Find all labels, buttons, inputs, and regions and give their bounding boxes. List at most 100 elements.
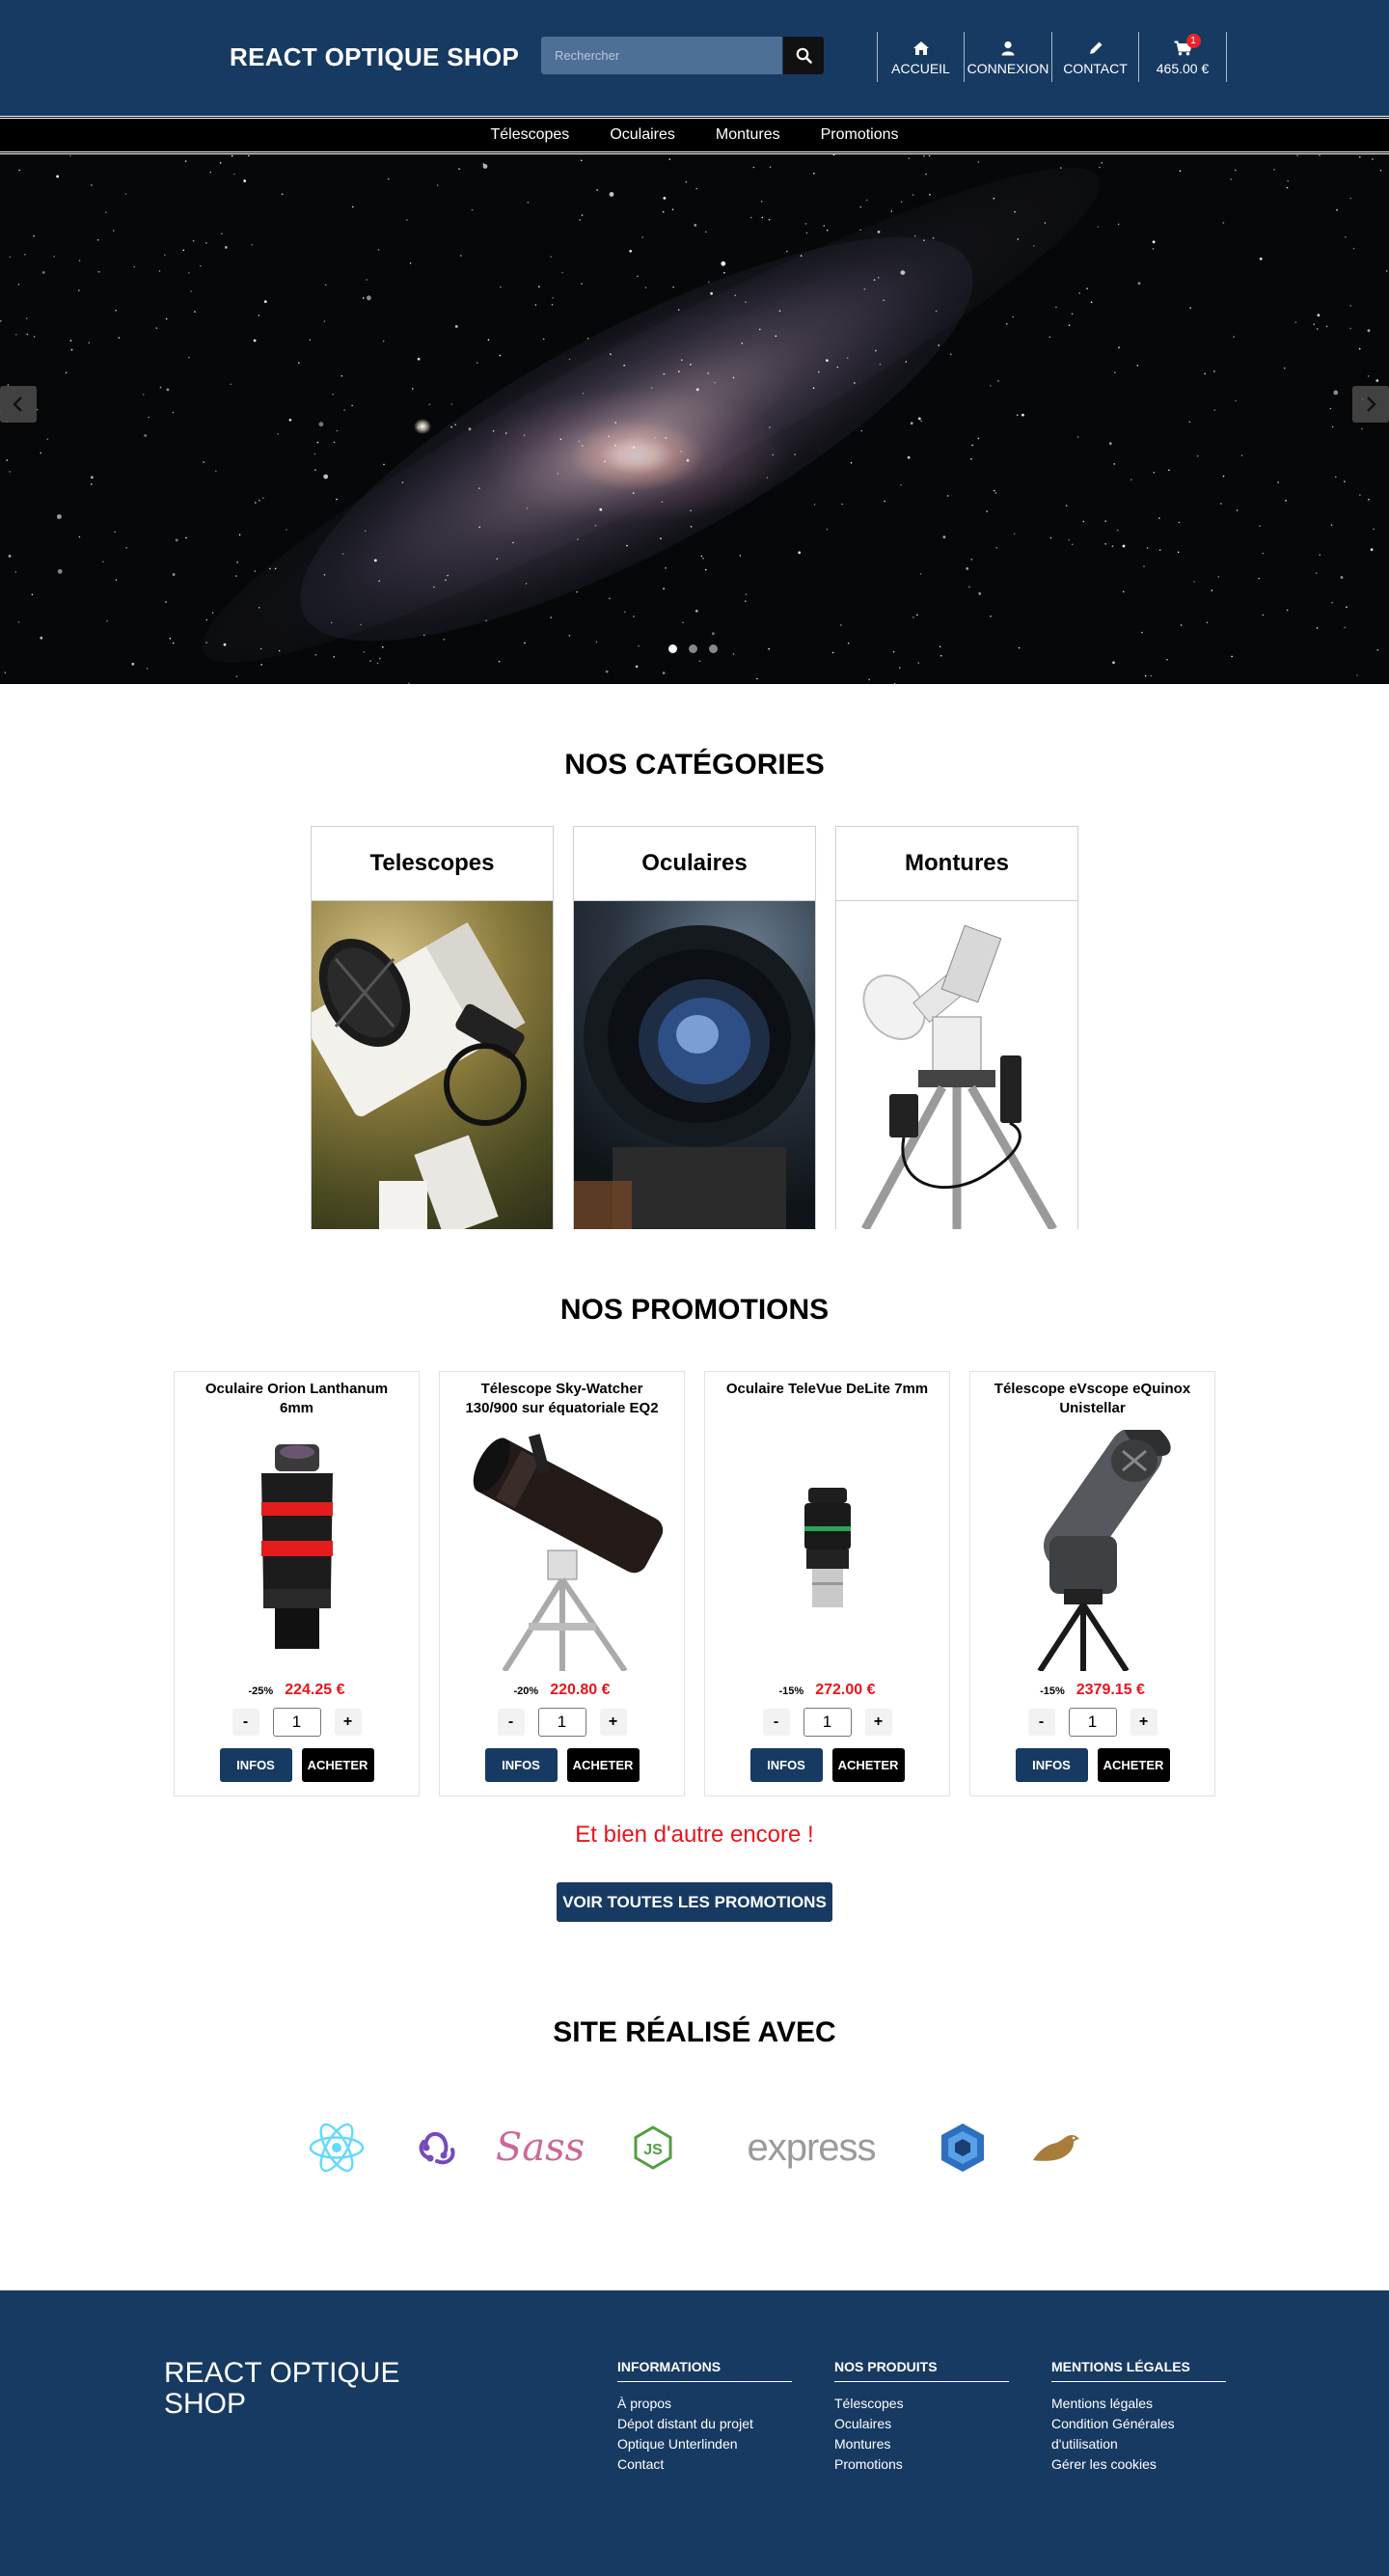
- buy-button[interactable]: ACHETER: [301, 1748, 374, 1782]
- catbar-montures[interactable]: Montures: [716, 126, 780, 144]
- category-card-telescopes[interactable]: Telescopes: [311, 826, 554, 1229]
- star: [577, 538, 579, 540]
- star: [768, 218, 771, 221]
- star: [710, 291, 713, 295]
- star: [336, 429, 339, 432]
- star: [377, 249, 380, 251]
- infos-button[interactable]: INFOS: [219, 1748, 292, 1782]
- nodejs-icon: JS: [629, 2119, 677, 2177]
- footer-logo[interactable]: REACT OPTIQUE SHOP: [164, 2358, 415, 2420]
- star: [990, 385, 992, 387]
- star: [165, 601, 167, 603]
- catbar-telescopes[interactable]: Télescopes: [490, 126, 569, 144]
- star: [923, 154, 925, 157]
- footer-link-cgu[interactable]: Condition Générales: [1051, 2414, 1226, 2434]
- footer-link-depot[interactable]: Dépot distant du projet: [617, 2414, 792, 2434]
- quantity-input[interactable]: [1068, 1708, 1117, 1737]
- star: [635, 665, 639, 669]
- star: [695, 388, 699, 392]
- star: [1361, 427, 1363, 430]
- footer-link-promotions[interactable]: Promotions: [834, 2454, 1009, 2475]
- carousel-next-button[interactable]: [1352, 386, 1389, 423]
- star: [860, 429, 862, 432]
- star: [629, 249, 633, 253]
- footer-link-a-propos[interactable]: À propos: [617, 2394, 792, 2414]
- star: [1166, 658, 1168, 661]
- infos-button[interactable]: INFOS: [1015, 1748, 1088, 1782]
- product-name[interactable]: Télescope Sky-Watcher 130/900 sur équato…: [457, 1380, 667, 1418]
- star: [259, 499, 260, 502]
- decrement-button[interactable]: -: [762, 1709, 790, 1736]
- star: [663, 588, 665, 589]
- star: [8, 555, 12, 558]
- site-logo[interactable]: REACT OPTIQUE SHOP: [230, 42, 519, 72]
- footer-link-telescopes[interactable]: Télescopes: [834, 2394, 1009, 2414]
- decrement-button[interactable]: -: [1027, 1709, 1055, 1736]
- quantity-input[interactable]: [537, 1708, 586, 1737]
- star: [1319, 554, 1321, 556]
- decrement-button[interactable]: -: [232, 1709, 259, 1736]
- product-name[interactable]: Oculaire Orion Lanthanum 6mm: [192, 1380, 401, 1418]
- footer-link-cgu-cont[interactable]: d'utilisation: [1051, 2434, 1226, 2454]
- star: [769, 426, 771, 428]
- carousel-dot-2[interactable]: [689, 644, 697, 653]
- nav-accueil[interactable]: ACCUEIL: [877, 32, 964, 82]
- nav-cart[interactable]: 1 465.00 €: [1138, 32, 1227, 82]
- star: [1204, 372, 1206, 375]
- star: [654, 437, 656, 439]
- search-button[interactable]: [783, 37, 824, 74]
- carousel-prev-button[interactable]: [0, 386, 37, 423]
- increment-button[interactable]: +: [334, 1709, 362, 1736]
- star: [1315, 572, 1318, 574]
- footer-link-optique-unterlinden[interactable]: Optique Unterlinden: [617, 2434, 792, 2454]
- chevron-right-icon: [1367, 397, 1376, 412]
- footer-link-oculaires[interactable]: Oculaires: [834, 2414, 1009, 2434]
- product-name[interactable]: Oculaire TeleVue DeLite 7mm: [722, 1380, 932, 1399]
- quantity-stepper: - +: [175, 1708, 419, 1737]
- quantity-input[interactable]: [803, 1708, 852, 1737]
- star: [1012, 315, 1014, 318]
- category-card-oculaires[interactable]: Oculaires: [573, 826, 816, 1229]
- star: [1111, 545, 1114, 547]
- star: [623, 364, 625, 367]
- increment-button[interactable]: +: [1130, 1709, 1158, 1736]
- buy-button[interactable]: ACHETER: [566, 1748, 640, 1782]
- star: [1006, 322, 1008, 325]
- star: [235, 575, 237, 577]
- eyepiece-category-image: [574, 901, 815, 1229]
- see-all-promotions-button[interactable]: VOIR TOUTES LES PROMOTIONS: [557, 1882, 832, 1922]
- star: [1078, 292, 1080, 294]
- category-card-montures[interactable]: Montures: [835, 826, 1078, 1229]
- footer-link-montures[interactable]: Montures: [834, 2434, 1009, 2454]
- increment-button[interactable]: +: [599, 1709, 627, 1736]
- nav-contact[interactable]: CONTACT: [1051, 32, 1138, 82]
- star: [579, 219, 581, 221]
- star: [610, 353, 612, 355]
- footer-link-contact[interactable]: Contact: [617, 2454, 792, 2475]
- price-row: -25% 224.25 €: [175, 1682, 419, 1699]
- star: [1188, 421, 1191, 424]
- quantity-input[interactable]: [272, 1708, 321, 1737]
- catbar-oculaires[interactable]: Oculaires: [610, 126, 675, 144]
- infos-button[interactable]: INFOS: [749, 1748, 823, 1782]
- star: [538, 286, 540, 288]
- footer-link-cookies[interactable]: Gérer les cookies: [1051, 2454, 1226, 2475]
- star: [840, 624, 842, 626]
- discount-label: -25%: [248, 1685, 274, 1697]
- star: [682, 621, 684, 624]
- buy-button[interactable]: ACHETER: [1097, 1748, 1170, 1782]
- footer-link-mentions-legales[interactable]: Mentions légales: [1051, 2394, 1226, 2414]
- carousel-dot-1[interactable]: [668, 644, 677, 653]
- catbar-promotions[interactable]: Promotions: [821, 126, 899, 144]
- increment-button[interactable]: +: [864, 1709, 892, 1736]
- decrement-button[interactable]: -: [497, 1709, 525, 1736]
- carousel-dot-3[interactable]: [709, 644, 718, 653]
- star: [1071, 543, 1074, 546]
- product-name[interactable]: Télescope eVscope eQuinox Unistellar: [988, 1380, 1197, 1418]
- buy-button[interactable]: ACHETER: [831, 1748, 905, 1782]
- star: [1349, 197, 1352, 200]
- infos-button[interactable]: INFOS: [484, 1748, 558, 1782]
- search-input[interactable]: [541, 37, 782, 74]
- nav-connexion[interactable]: CONNEXION: [964, 32, 1051, 82]
- star: [360, 623, 362, 626]
